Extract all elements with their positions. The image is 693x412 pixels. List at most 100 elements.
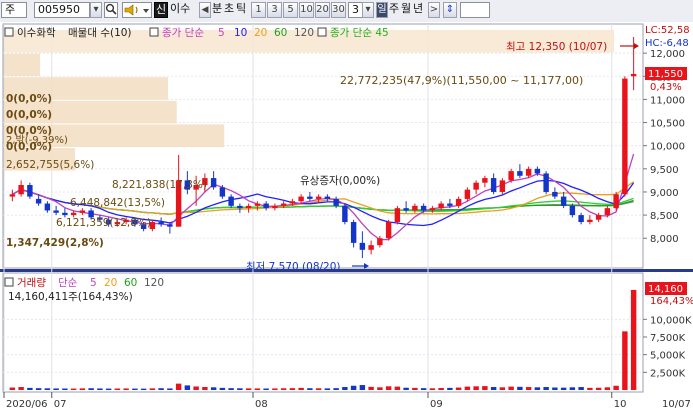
volume-bar (79, 388, 86, 390)
x-tick-label: 07 (54, 399, 67, 410)
ma-title: 종가 단순 (162, 27, 204, 39)
period-day[interactable]: 일 (376, 2, 388, 18)
volume-bar (569, 387, 576, 390)
volume-bar (604, 387, 611, 390)
candle-body (613, 194, 619, 209)
price-tick-label: 10,000 (650, 142, 685, 153)
candle-body (438, 203, 444, 209)
volume-bar (272, 388, 278, 390)
candle-body (499, 180, 506, 192)
candle-body (27, 185, 33, 197)
volume-bar (245, 388, 252, 390)
volume-bar (324, 388, 331, 390)
interval-10[interactable]: 10 (299, 2, 314, 18)
stock-code-input[interactable]: 005950 (34, 2, 90, 18)
price-tick-label: 10,500 (650, 119, 685, 130)
candle-body (53, 210, 59, 213)
interval-5[interactable]: 5 (283, 2, 298, 18)
candle-body (517, 171, 523, 176)
legend-checkbox[interactable] (4, 27, 14, 37)
volume-ma-5: 5 (90, 277, 97, 289)
period-year[interactable]: 년 (413, 2, 425, 18)
tick-tick[interactable]: 틱 (236, 2, 250, 18)
code-dropdown-icon[interactable]: ▾ (90, 2, 102, 18)
candle-body (167, 224, 173, 227)
interval-20[interactable]: 20 (315, 2, 330, 18)
candle-body (595, 215, 602, 220)
period-week[interactable]: 주 (389, 2, 401, 18)
price-tick-label: 8,500 (650, 211, 679, 222)
ma-period-120: 120 (294, 27, 314, 39)
interval-30[interactable]: 30 (331, 2, 346, 18)
ma45-title: 종가 단순 45 (330, 27, 389, 39)
volume-bar (254, 388, 261, 390)
candle-body (377, 238, 383, 246)
volume-bar (429, 388, 436, 390)
chart-area[interactable]: 이수화학 매물대 수(10) 종가 단순 5 10 20 60 120 종가 단… (0, 22, 693, 412)
volume-bar (447, 387, 453, 390)
candle-body (62, 212, 68, 216)
candle-body (333, 198, 339, 206)
candle-body (534, 168, 541, 174)
volume-bar (97, 388, 103, 390)
candle-body (403, 208, 409, 211)
candle-body (394, 208, 401, 223)
tick-second[interactable]: 초 (224, 2, 236, 18)
volume-bar (210, 387, 217, 390)
volume-checkbox[interactable] (4, 277, 14, 287)
volume-bar (62, 388, 68, 390)
candle-body (9, 194, 16, 197)
volume-bar (534, 387, 541, 390)
price-tick-label: 9,000 (650, 188, 679, 199)
volume-bar (333, 388, 339, 390)
x-tick-label-last: 10/07 (662, 399, 691, 410)
candle-body (490, 178, 497, 192)
count-value: 3 (352, 3, 359, 16)
volume-ma-60: 60 (124, 277, 137, 289)
volume-badge-value: 14,160 (648, 284, 683, 295)
volume-bar (123, 388, 129, 390)
volume-bar (350, 385, 357, 390)
candle-body (70, 212, 77, 216)
candle-body (245, 205, 252, 209)
volume-tick-label: 2,500K (650, 368, 686, 379)
candle-body (315, 196, 322, 199)
volume-bar (552, 387, 558, 390)
volume-bar (88, 388, 94, 390)
volume-bar (263, 388, 269, 390)
prev-arrow-icon[interactable]: ◀ (199, 2, 211, 18)
volume-bar (394, 386, 401, 390)
volume-tick-label: 7,500K (650, 333, 686, 344)
updown-icon[interactable]: ⇕ (443, 2, 457, 18)
volume-ma-title: 단순 (58, 277, 78, 289)
market-select[interactable]: 주 (1, 2, 27, 18)
volume-bar (368, 386, 374, 390)
count-dropdown-icon[interactable]: ▾ (362, 2, 374, 18)
x-tick-label: 2020/06 (6, 399, 48, 410)
selected-badge[interactable]: 신 (154, 2, 168, 18)
period-month[interactable]: 월 (401, 2, 413, 18)
vp-label-2: 0(0,0%) (6, 109, 52, 121)
interval-3[interactable]: 3 (267, 2, 282, 18)
next-arrow-icon[interactable]: > (428, 2, 440, 18)
tick-minute[interactable]: 분 (212, 2, 224, 18)
candle-body (552, 191, 558, 197)
candle-body (289, 201, 296, 204)
candle-body (525, 168, 532, 176)
ma-checkbox[interactable] (149, 27, 159, 37)
price-tick-label: 8,000 (650, 234, 679, 245)
speaker-icon[interactable] (122, 2, 152, 18)
volume-bar (289, 388, 296, 390)
volume-bar (560, 387, 567, 390)
vp-label-5: 2,652,755(5,6%) (6, 159, 94, 171)
interval-1[interactable]: 1 (251, 2, 266, 18)
search-icon[interactable] (104, 2, 118, 18)
volume-bar (438, 388, 444, 390)
candle-body (560, 196, 567, 206)
volume-bar (9, 387, 16, 390)
extra-input[interactable] (460, 2, 490, 18)
ma45-checkbox[interactable] (317, 27, 327, 37)
candle-body (307, 196, 313, 199)
volume-bar (385, 386, 392, 390)
vp-label-9: 1,347,429(2,8%) (6, 237, 104, 249)
